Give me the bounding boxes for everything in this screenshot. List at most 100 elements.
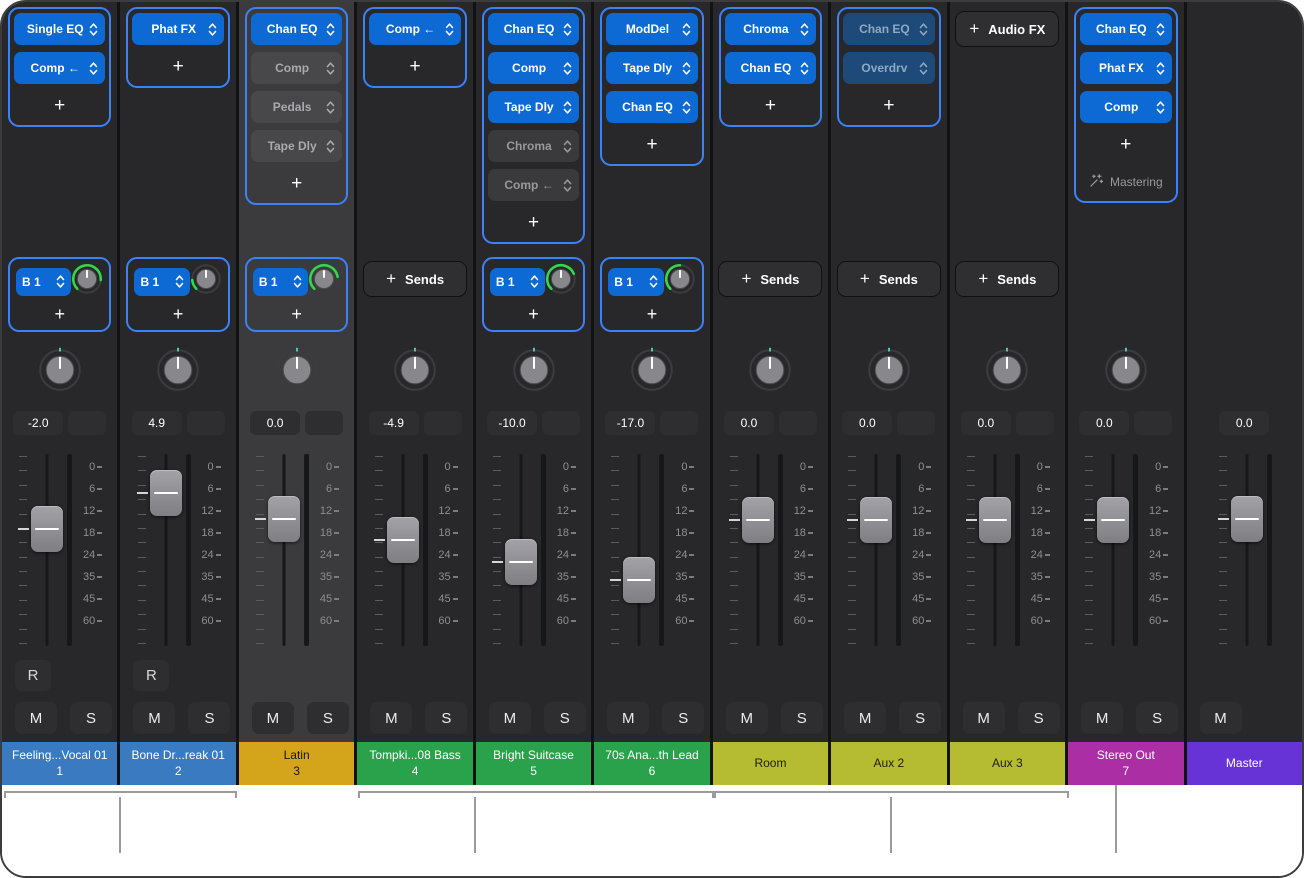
pan-knob[interactable] (392, 347, 438, 398)
volume-display[interactable]: 0.0 (961, 411, 1011, 435)
add-send-button[interactable]: + (132, 300, 223, 328)
channel-name-label[interactable]: 70s Ana...th Lead6 (594, 742, 709, 785)
volume-display[interactable]: 0.0 (724, 411, 774, 435)
solo-button[interactable]: S (70, 702, 112, 734)
volume-display[interactable]: 4.9 (132, 411, 182, 435)
send-level-knob[interactable] (190, 263, 222, 300)
pan-knob[interactable] (629, 347, 675, 398)
add-sends-button[interactable]: +Sends (837, 261, 941, 297)
add-send-button[interactable]: + (606, 300, 697, 328)
pan-knob[interactable] (866, 347, 912, 398)
add-plugin-button[interactable]: + (251, 169, 342, 199)
channel-name-label[interactable]: Feeling...Vocal 011 (2, 742, 117, 785)
fader-track[interactable] (31, 452, 63, 648)
add-plugin-button[interactable]: + (132, 52, 223, 82)
channel-name-label[interactable]: Tompki...08 Bass4 (357, 742, 472, 785)
plugin-slot-moddel[interactable]: ModDel (606, 13, 697, 45)
volume-display[interactable]: -2.0 (13, 411, 63, 435)
mute-button[interactable]: M (489, 702, 531, 734)
solo-button[interactable]: S (781, 702, 823, 734)
plugin-slot-chan-eq[interactable]: Chan EQ (725, 52, 816, 84)
mute-button[interactable]: M (726, 702, 768, 734)
send-bus-select[interactable]: B 1 (253, 268, 308, 296)
mastering-button[interactable]: Mastering (1080, 167, 1171, 197)
fader-handle[interactable] (150, 470, 182, 516)
plugin-slot-comp[interactable]: Comp ← (369, 13, 460, 45)
fader-track[interactable] (860, 452, 892, 648)
mute-button[interactable]: M (963, 702, 1005, 734)
volume-display[interactable]: 0.0 (1079, 411, 1129, 435)
plugin-slot-tape-dly[interactable]: Tape Dly (606, 52, 697, 84)
plugin-slot-comp[interactable]: Comp (251, 52, 342, 84)
add-plugin-button[interactable]: + (14, 91, 105, 121)
fader-track[interactable] (268, 452, 300, 648)
fader-track[interactable] (505, 452, 537, 648)
solo-button[interactable]: S (1018, 702, 1060, 734)
send-bus-select[interactable]: B 1 (608, 268, 663, 296)
volume-display[interactable]: 0.0 (250, 411, 300, 435)
plugin-slot-chroma[interactable]: Chroma (488, 130, 579, 162)
add-plugin-button[interactable]: + (725, 91, 816, 121)
pan-knob[interactable] (37, 347, 83, 398)
plugin-slot-chan-eq[interactable]: Chan EQ (843, 13, 934, 45)
channel-name-label[interactable]: Master (1187, 742, 1302, 785)
mute-button[interactable]: M (252, 702, 294, 734)
send-level-knob[interactable] (664, 263, 696, 300)
add-send-button[interactable]: + (251, 300, 342, 328)
fader-handle[interactable] (268, 496, 300, 542)
add-send-button[interactable]: + (488, 300, 579, 328)
pan-knob[interactable] (274, 347, 320, 398)
solo-button[interactable]: S (425, 702, 467, 734)
fader-track[interactable] (150, 452, 182, 648)
add-plugin-button[interactable]: + (488, 208, 579, 238)
fader-track[interactable] (979, 452, 1011, 648)
solo-button[interactable]: S (188, 702, 230, 734)
add-sends-button[interactable]: +Sends (955, 261, 1059, 297)
send-bus-select[interactable]: B 1 (16, 268, 71, 296)
pan-knob[interactable] (511, 347, 557, 398)
add-plugin-button[interactable]: + (1080, 130, 1171, 160)
fader-handle[interactable] (31, 506, 63, 552)
fader-track[interactable] (1231, 452, 1263, 648)
plugin-slot-chroma[interactable]: Chroma (725, 13, 816, 45)
fader-track[interactable] (623, 452, 655, 648)
fader-handle[interactable] (860, 497, 892, 543)
channel-name-label[interactable]: Stereo Out7 (1068, 742, 1183, 785)
plugin-slot-comp[interactable]: Comp ← (488, 169, 579, 201)
volume-display[interactable]: 0.0 (842, 411, 892, 435)
solo-button[interactable]: S (544, 702, 586, 734)
channel-name-label[interactable]: Room (713, 742, 828, 785)
plugin-slot-chan-eq[interactable]: Chan EQ (606, 91, 697, 123)
fader-handle[interactable] (623, 557, 655, 603)
plugin-slot-phat-fx[interactable]: Phat FX (132, 13, 223, 45)
pan-knob[interactable] (1103, 347, 1149, 398)
plugin-slot-overdrv[interactable]: Overdrv (843, 52, 934, 84)
volume-display[interactable]: -4.9 (369, 411, 419, 435)
plugin-slot-single-eq[interactable]: Single EQ (14, 13, 105, 45)
fader-track[interactable] (1097, 452, 1129, 648)
add-audio-fx-button[interactable]: +Audio FX (955, 11, 1059, 47)
plugin-slot-pedals[interactable]: Pedals (251, 91, 342, 123)
plugin-slot-phat-fx[interactable]: Phat FX (1080, 52, 1171, 84)
channel-name-label[interactable]: Aux 2 (831, 742, 946, 785)
plugin-slot-chan-eq[interactable]: Chan EQ (251, 13, 342, 45)
mute-button[interactable]: M (844, 702, 886, 734)
plugin-slot-comp[interactable]: Comp (488, 52, 579, 84)
plugin-slot-comp[interactable]: Comp ← (14, 52, 105, 84)
solo-button[interactable]: S (307, 702, 349, 734)
fader-track[interactable] (742, 452, 774, 648)
fader-handle[interactable] (505, 539, 537, 585)
pan-knob[interactable] (155, 347, 201, 398)
channel-name-label[interactable]: Bone Dr...reak 012 (120, 742, 235, 785)
mute-button[interactable]: M (15, 702, 57, 734)
plugin-slot-chan-eq[interactable]: Chan EQ (488, 13, 579, 45)
fader-handle[interactable] (1097, 497, 1129, 543)
fader-handle[interactable] (1231, 496, 1263, 542)
fader-handle[interactable] (979, 497, 1011, 543)
mute-button[interactable]: M (133, 702, 175, 734)
add-sends-button[interactable]: +Sends (718, 261, 822, 297)
send-level-knob[interactable] (545, 263, 577, 300)
pan-knob[interactable] (984, 347, 1030, 398)
add-sends-button[interactable]: +Sends (363, 261, 467, 297)
mute-button[interactable]: M (370, 702, 412, 734)
